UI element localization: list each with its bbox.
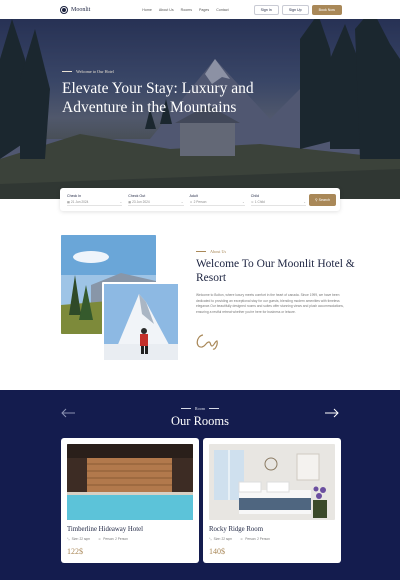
chevron-down-icon: ⌄ (242, 199, 245, 204)
room-pool-image (67, 444, 193, 520)
child-label: Child (250, 193, 259, 198)
brand-name: Moonlit (71, 6, 91, 13)
person-icon: ☺ (98, 537, 102, 541)
check-out-field[interactable]: Check Out ▦ 23 Jun 2024 ⌄ (125, 194, 186, 206)
nav-item-pages[interactable]: Pages (199, 8, 209, 12)
nav-item-home[interactable]: Home (142, 8, 152, 12)
check-in-field[interactable]: Check In ▦ 21 Jun 2024 ⌄ (64, 194, 125, 206)
person-icon: ☺ 2 Person (189, 199, 207, 204)
sign-in-button[interactable]: Sign In (253, 4, 279, 15)
signature (194, 330, 222, 357)
chevron-down-icon: ⌄ (119, 199, 123, 204)
main-menu: Home About Us Rooms Pages Contact (142, 8, 228, 12)
rooms-section: Room Our Rooms Timberline Hideaway Hotel… (0, 390, 400, 580)
nav-item-contact[interactable]: Contact (216, 8, 228, 12)
book-now-button[interactable]: Book Now (311, 4, 342, 15)
booking-form: Check In ▦ 21 Jun 2024 ⌄ Check Out ▦ 23 J… (60, 188, 340, 211)
room-price: 122$ (67, 547, 83, 556)
room-persons: ☺ Person: 2 Person (98, 537, 128, 541)
room-size: ⤡ Size: 22 sqm (209, 537, 232, 541)
chevron-down-icon: ⌄ (303, 199, 306, 204)
about-description: Welcome to Bolton, where luxury meets co… (196, 293, 344, 314)
check-in-label: Check In (67, 193, 82, 198)
rooms-title: Our Rooms (171, 414, 229, 428)
signature-image (196, 334, 218, 350)
chevron-down-icon: ⌄ (180, 199, 184, 204)
room-persons: ☺ Person: 2 Person (240, 537, 270, 541)
room-name[interactable]: Timberline Hideaway Hotel (67, 526, 193, 533)
line-decoration (196, 251, 206, 252)
room-card[interactable]: Rocky Ridge Room ⤡ Size: 22 sqm ☺ Person: … (203, 438, 341, 563)
hero-banner: Welcome to Our Hotel Elevate Your Stay: … (0, 19, 400, 199)
search-button[interactable]: ⚲ Search (309, 193, 337, 206)
room-name[interactable]: Rocky Ridge Room (209, 526, 335, 533)
room-size: ⤡ Size: 22 sqm (67, 537, 90, 541)
adult-label: Adult (189, 193, 198, 198)
calendar-icon: ▦ 23 Jun 2024 (128, 199, 150, 204)
calendar-icon: ▦ 21 Jun 2024 (67, 199, 89, 204)
child-field[interactable]: Child ☺ 1 Child ⌄ (248, 194, 309, 206)
about-climber-image (102, 282, 180, 362)
person-icon: ☺ (240, 537, 244, 541)
check-out-label: Check Out (128, 193, 146, 198)
room-card[interactable]: Timberline Hideaway Hotel ⤡ Size: 22 sqm … (61, 438, 199, 563)
nav-item-about[interactable]: About Us (159, 8, 174, 12)
hero-title: Elevate Your Stay: Luxury and Adventure … (62, 80, 254, 116)
search-icon: ⚲ (315, 197, 318, 202)
adult-field[interactable]: Adult ☺ 2 Person ⌄ (187, 194, 248, 206)
room-bedroom-image (209, 444, 335, 520)
about-subtitle: About Us (196, 249, 226, 254)
ruler-icon: ⤡ (209, 537, 212, 541)
room-price: 140$ (209, 547, 225, 556)
ruler-icon: ⤡ (67, 537, 70, 541)
brand-logo[interactable]: Moonlit (60, 5, 91, 14)
line-decoration (62, 71, 72, 72)
line-decoration (180, 408, 191, 409)
hero-subtitle: Welcome to Our Hotel (62, 69, 114, 74)
person-icon: ☺ 1 Child (250, 199, 265, 204)
rooms-subtitle: Room (0, 406, 400, 411)
top-navbar: Moonlit Home About Us Rooms Pages Contac… (0, 0, 400, 19)
about-title: Welcome To Our Moonlit Hotel & Resort (196, 258, 355, 284)
line-decoration (209, 408, 220, 409)
moon-icon (60, 5, 68, 14)
nav-item-rooms[interactable]: Rooms (181, 8, 192, 12)
sign-up-button[interactable]: Sign Up (281, 4, 309, 15)
